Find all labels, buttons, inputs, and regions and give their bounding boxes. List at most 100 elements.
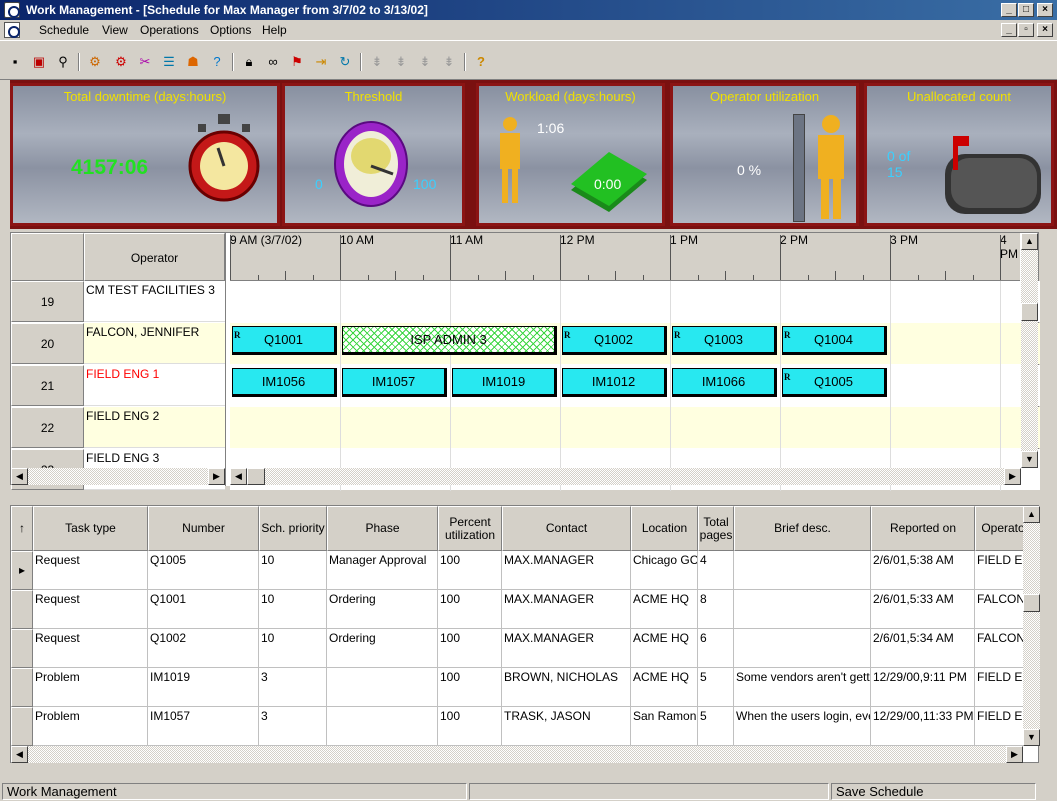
- menu-view[interactable]: View: [102, 23, 128, 37]
- grid-cell[interactable]: 5: [698, 668, 734, 707]
- schedule-task[interactable]: IM1066: [672, 368, 777, 397]
- schedule-task[interactable]: ISP ADMIN 3: [342, 326, 557, 355]
- grid-cell[interactable]: Request: [33, 629, 148, 668]
- column-header[interactable]: Brief desc.: [734, 506, 871, 551]
- grid-cell[interactable]: 100: [438, 629, 502, 668]
- grid-cell[interactable]: MAX.MANAGER: [502, 551, 631, 590]
- grid-cell[interactable]: Request: [33, 590, 148, 629]
- row-selector[interactable]: [11, 590, 33, 629]
- schedule-lane[interactable]: IM1056 IM1057 IM1019 IM1012 IM1066 R Q1005: [230, 365, 1040, 407]
- maximize-button[interactable]: □: [1018, 3, 1034, 17]
- move-icon[interactable]: ☗: [184, 54, 202, 70]
- timeline-horizontal-scrollbar[interactable]: ◀ ▶: [230, 468, 1021, 485]
- column-header[interactable]: Task type: [33, 506, 148, 551]
- flag-icon[interactable]: ⚑: [288, 54, 306, 70]
- row-selector[interactable]: [11, 668, 33, 707]
- grid-cell[interactable]: 4: [698, 551, 734, 590]
- operator-name[interactable]: FALCON, JENNIFER: [84, 323, 225, 364]
- grid-cell[interactable]: 3: [259, 707, 327, 746]
- gantt-vertical-scrollbar[interactable]: ▲ ▼: [1021, 233, 1038, 468]
- operator-header[interactable]: Operator: [84, 233, 225, 281]
- grid-cell[interactable]: 2/6/01,5:38 AM: [871, 551, 975, 590]
- assign-icon[interactable]: ✂: [136, 54, 154, 70]
- grid-cell[interactable]: Some vendors aren't getting: [734, 668, 871, 707]
- row-number[interactable]: 22: [11, 407, 84, 448]
- operator-name[interactable]: CM TEST FACILITIES 3: [84, 281, 225, 322]
- row-number[interactable]: 20: [11, 323, 84, 364]
- close-button[interactable]: ×: [1037, 3, 1053, 17]
- threshold-panel[interactable]: Threshold 0 100: [282, 83, 465, 226]
- task-grid[interactable]: ↑ Task type Number Sch. priority Phase Perce…: [10, 505, 1040, 763]
- downtime-panel[interactable]: Total downtime (days:hours) 4157:06: [10, 83, 280, 226]
- help-query-icon[interactable]: ?: [208, 54, 226, 70]
- grid-cell[interactable]: Request: [33, 551, 148, 590]
- grid-cell[interactable]: Problem: [33, 668, 148, 707]
- schedule-task[interactable]: IM1056: [232, 368, 337, 397]
- tree-icon[interactable]: ☰: [160, 54, 178, 70]
- workload-panel[interactable]: Workload (days:hours) 1:06 0:00: [476, 83, 665, 226]
- column-header[interactable]: Location: [631, 506, 698, 551]
- column-header[interactable]: Contact: [502, 506, 631, 551]
- grid-cell[interactable]: Ordering: [327, 629, 438, 668]
- column-header[interactable]: Reported on: [871, 506, 975, 551]
- menu-options[interactable]: Options: [210, 23, 251, 37]
- grid-cell[interactable]: TRASK, JASON: [502, 707, 631, 746]
- grid-cell[interactable]: [327, 707, 438, 746]
- schedule-gantt[interactable]: Operator 9 AM (3/7/02) 10 AM 11 AM 12 PM 1 P…: [10, 232, 1040, 491]
- grid-cell[interactable]: 5: [698, 707, 734, 746]
- grid-cell[interactable]: Q1001: [148, 590, 259, 629]
- child-close-button[interactable]: ×: [1037, 23, 1053, 37]
- grid-horizontal-scrollbar[interactable]: ◀ ▶: [11, 746, 1023, 763]
- grid-cell[interactable]: 100: [438, 551, 502, 590]
- row-number[interactable]: 19: [11, 281, 84, 322]
- column-header[interactable]: Sch. priority: [259, 506, 327, 551]
- child-restore-button[interactable]: ▫: [1018, 23, 1034, 37]
- delete-icon[interactable]: ▣: [30, 54, 48, 70]
- operator-horizontal-scrollbar[interactable]: ◀ ▶: [11, 468, 225, 485]
- operator-name[interactable]: FIELD ENG 1: [84, 365, 225, 406]
- schedule-lane[interactable]: R Q1001 ISP ADMIN 3 R Q1002 R Q1003 R Q1004: [230, 323, 1040, 365]
- binoculars-icon[interactable]: ∞: [264, 54, 282, 70]
- grid-cell[interactable]: 6: [698, 629, 734, 668]
- grid-cell[interactable]: Q1005: [148, 551, 259, 590]
- grid-cell[interactable]: ACME HQ: [631, 590, 698, 629]
- grid-cell[interactable]: 2/6/01,5:34 AM: [871, 629, 975, 668]
- grid-cell[interactable]: [327, 668, 438, 707]
- down2-icon[interactable]: ⇟: [392, 54, 410, 70]
- scroll-up-button[interactable]: ▲: [1021, 233, 1038, 250]
- grid-cell[interactable]: [734, 551, 871, 590]
- grid-cell[interactable]: 8: [698, 590, 734, 629]
- scroll-thumb[interactable]: [1021, 303, 1038, 321]
- menu-schedule[interactable]: Schedule: [39, 23, 89, 37]
- help-icon[interactable]: ?: [472, 54, 490, 70]
- filter2-icon[interactable]: ⚙: [112, 54, 130, 70]
- grid-cell[interactable]: 10: [259, 629, 327, 668]
- filter-icon[interactable]: ⚙: [86, 54, 104, 70]
- child-minimize-button[interactable]: _: [1001, 23, 1017, 37]
- grid-cell[interactable]: 10: [259, 551, 327, 590]
- column-header[interactable]: Total pages: [698, 506, 734, 551]
- grid-cell[interactable]: 12/29/00,9:11 PM: [871, 668, 975, 707]
- column-header[interactable]: Number: [148, 506, 259, 551]
- grid-cell[interactable]: 2/6/01,5:33 AM: [871, 590, 975, 629]
- row-selector[interactable]: [11, 629, 33, 668]
- grid-cell[interactable]: 3: [259, 668, 327, 707]
- menu-operations[interactable]: Operations: [140, 23, 199, 37]
- row-selector[interactable]: [11, 707, 33, 746]
- sort-marker[interactable]: ↑: [11, 506, 33, 551]
- grid-cell[interactable]: MAX.MANAGER: [502, 629, 631, 668]
- menu-help[interactable]: Help: [262, 23, 287, 37]
- lock-icon[interactable]: 🔒︎: [240, 54, 258, 70]
- schedule-task[interactable]: R Q1004: [782, 326, 887, 355]
- minimize-button[interactable]: _: [1001, 3, 1017, 17]
- grid-cell[interactable]: Problem: [33, 707, 148, 746]
- schedule-lane[interactable]: [230, 281, 1040, 323]
- scroll-down-button[interactable]: ▼: [1021, 451, 1038, 468]
- grid-cell[interactable]: [734, 629, 871, 668]
- grid-cell[interactable]: 12/29/00,11:33 PM: [871, 707, 975, 746]
- schedule-lane[interactable]: [230, 407, 1040, 449]
- grid-cell[interactable]: MAX.MANAGER: [502, 590, 631, 629]
- grid-cell[interactable]: 100: [438, 668, 502, 707]
- grid-cell[interactable]: BROWN, NICHOLAS: [502, 668, 631, 707]
- grid-cell[interactable]: 100: [438, 590, 502, 629]
